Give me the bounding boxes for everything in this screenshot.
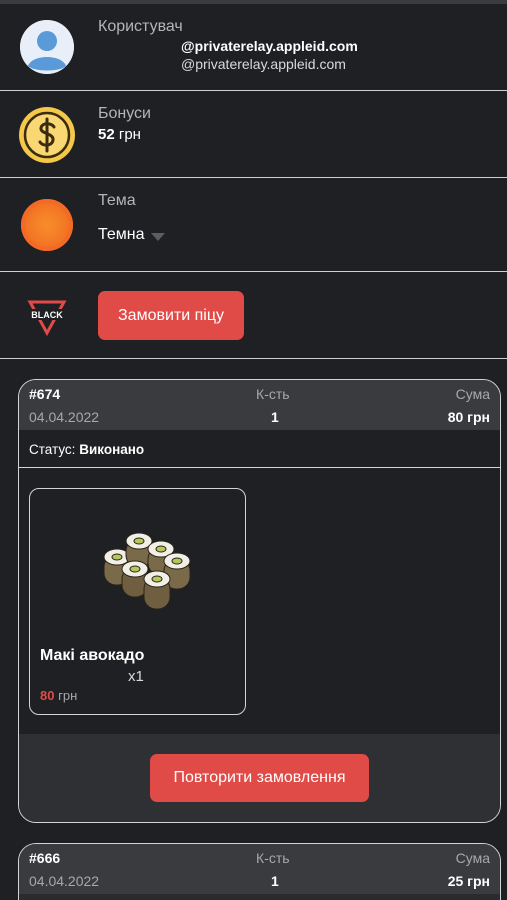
order-number: #666 bbox=[29, 850, 61, 866]
avatar-icon bbox=[20, 20, 74, 74]
qty-value: 1 bbox=[271, 873, 279, 889]
qty-value: 1 bbox=[271, 409, 279, 425]
order-status-bar: Статус: Виконано bbox=[19, 430, 500, 468]
qty-header: К-сть bbox=[256, 850, 290, 866]
order-header: #674 04.04.2022 К-сть 1 Сума 80 грн bbox=[19, 380, 500, 430]
user-label: Користувач bbox=[98, 18, 183, 35]
theme-select[interactable]: Темна bbox=[98, 226, 165, 244]
bonus-value: 52 грн bbox=[98, 126, 141, 143]
order-status: Статус: Виконано bbox=[29, 442, 145, 457]
item-name: Макі авокадо bbox=[40, 647, 145, 664]
sum-value: 80 грн bbox=[447, 409, 490, 425]
order-items: Макі авокадо x1 80 грн bbox=[19, 468, 500, 734]
order-number: #674 bbox=[29, 386, 61, 402]
maki-image bbox=[96, 532, 196, 619]
order-card: #674 04.04.2022 К-сть 1 Сума 80 грн Стат… bbox=[18, 379, 501, 823]
order-card: #666 04.04.2022 К-сть 1 Сума 25 грн bbox=[18, 843, 501, 900]
order-item-card[interactable]: Макі авокадо x1 80 грн bbox=[29, 488, 246, 715]
order-pizza-button[interactable]: Замовити піцу bbox=[98, 291, 244, 340]
user-email-secondary: @privaterelay.appleid.com bbox=[181, 56, 346, 72]
user-row: Користувач @privaterelay.appleid.com @pr… bbox=[0, 4, 507, 91]
theme-label: Тема bbox=[98, 192, 136, 209]
order-footer: Повторити замовлення bbox=[19, 734, 500, 822]
theme-orb-icon bbox=[21, 199, 73, 251]
sum-header: Сума bbox=[455, 386, 490, 402]
sum-value: 25 грн bbox=[447, 873, 490, 889]
order-date: 04.04.2022 bbox=[29, 873, 100, 889]
qty-header: К-сть bbox=[256, 386, 290, 402]
item-qty: x1 bbox=[128, 668, 144, 685]
theme-select-value: Темна bbox=[98, 226, 145, 243]
user-email: @privaterelay.appleid.com bbox=[181, 38, 358, 54]
dollar-coin-icon bbox=[18, 106, 76, 164]
order-pizza-row: BLACK Замовити піцу bbox=[0, 272, 507, 359]
bonus-label: Бонуси bbox=[98, 105, 151, 122]
item-price: 80 грн bbox=[40, 688, 78, 703]
repeat-order-button[interactable]: Повторити замовлення bbox=[150, 754, 369, 802]
svg-text:BLACK: BLACK bbox=[31, 310, 63, 320]
order-header: #666 04.04.2022 К-сть 1 Сума 25 грн bbox=[19, 844, 500, 894]
chevron-down-icon bbox=[150, 233, 165, 241]
order-date: 04.04.2022 bbox=[29, 409, 100, 425]
sum-header: Сума bbox=[455, 850, 490, 866]
bonus-row: Бонуси 52 грн bbox=[0, 91, 507, 178]
black-pizza-logo: BLACK bbox=[24, 296, 70, 337]
theme-row: Тема Темна bbox=[0, 178, 507, 272]
